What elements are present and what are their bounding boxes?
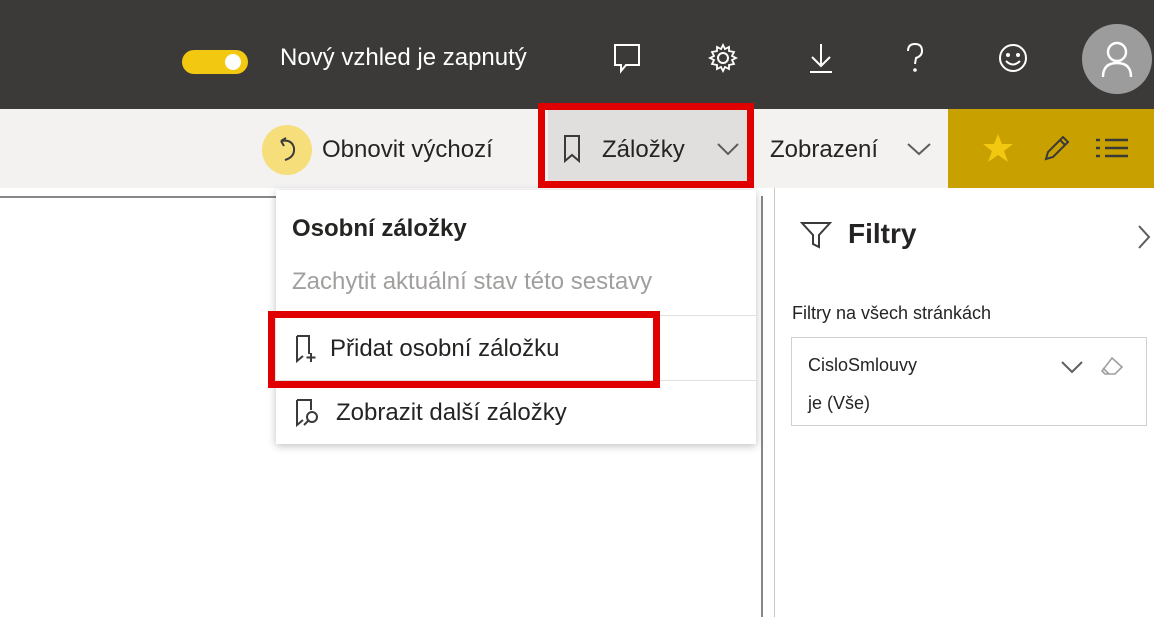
smiley-icon[interactable] [996,40,1030,76]
personal-bookmarks-heading: Osobní záložky [292,215,467,242]
filter-value: je (Vše) [808,393,871,413]
bookmark-icon [564,135,580,164]
filters-all-pages-label: Filtry na všech stránkách [792,303,992,323]
chevron-down-icon [717,143,739,156]
canvas-border [0,196,278,198]
bookmark-search-icon [296,399,318,428]
chevron-right-icon[interactable] [1136,224,1152,250]
list-icon[interactable] [1094,135,1130,161]
reset-default-button[interactable]: Obnovit výchozí [322,136,493,164]
feedback-icon[interactable] [610,40,644,76]
filters-pane-title: Filtry [848,218,917,249]
new-look-toggle[interactable] [182,50,248,74]
view-menu-button[interactable]: Zobrazení [770,136,878,164]
filter-icon [800,222,832,249]
view-chevron-down-icon[interactable] [906,142,932,156]
filter-pane-border [774,188,775,617]
add-bookmark-icon [296,335,316,364]
menu-separator [276,315,756,316]
add-personal-bookmark-label: Přidat osobní záložku [330,335,560,362]
show-more-bookmarks-label: Zobrazit další záložky [336,399,567,426]
menu-separator [276,380,756,381]
filter-expand-chevron-icon[interactable] [1060,360,1084,374]
filter-field-name: CisloSmlouvy [808,355,918,375]
star-icon[interactable] [982,133,1014,163]
new-look-label: Nový vzhled je zapnutý [280,44,527,71]
reset-icon[interactable] [262,125,312,175]
top-bar [0,0,1154,109]
avatar-icon[interactable] [1082,24,1152,94]
settings-icon[interactable] [706,40,740,76]
edit-actions-area [948,109,1154,188]
eraser-icon[interactable] [1100,356,1124,376]
add-personal-bookmark-item[interactable]: Přidat osobní záložku [294,334,559,364]
pane-divider [761,196,763,617]
help-icon[interactable] [898,40,932,76]
toggle-knob [225,54,241,70]
download-icon[interactable] [804,40,838,76]
capture-state-hint: Zachytit aktuální stav této sestavy [292,268,653,295]
pencil-icon[interactable] [1042,133,1072,163]
bookmarks-label: Záložky [602,136,685,163]
show-more-bookmarks-item[interactable]: Zobrazit další záložky [294,398,567,428]
